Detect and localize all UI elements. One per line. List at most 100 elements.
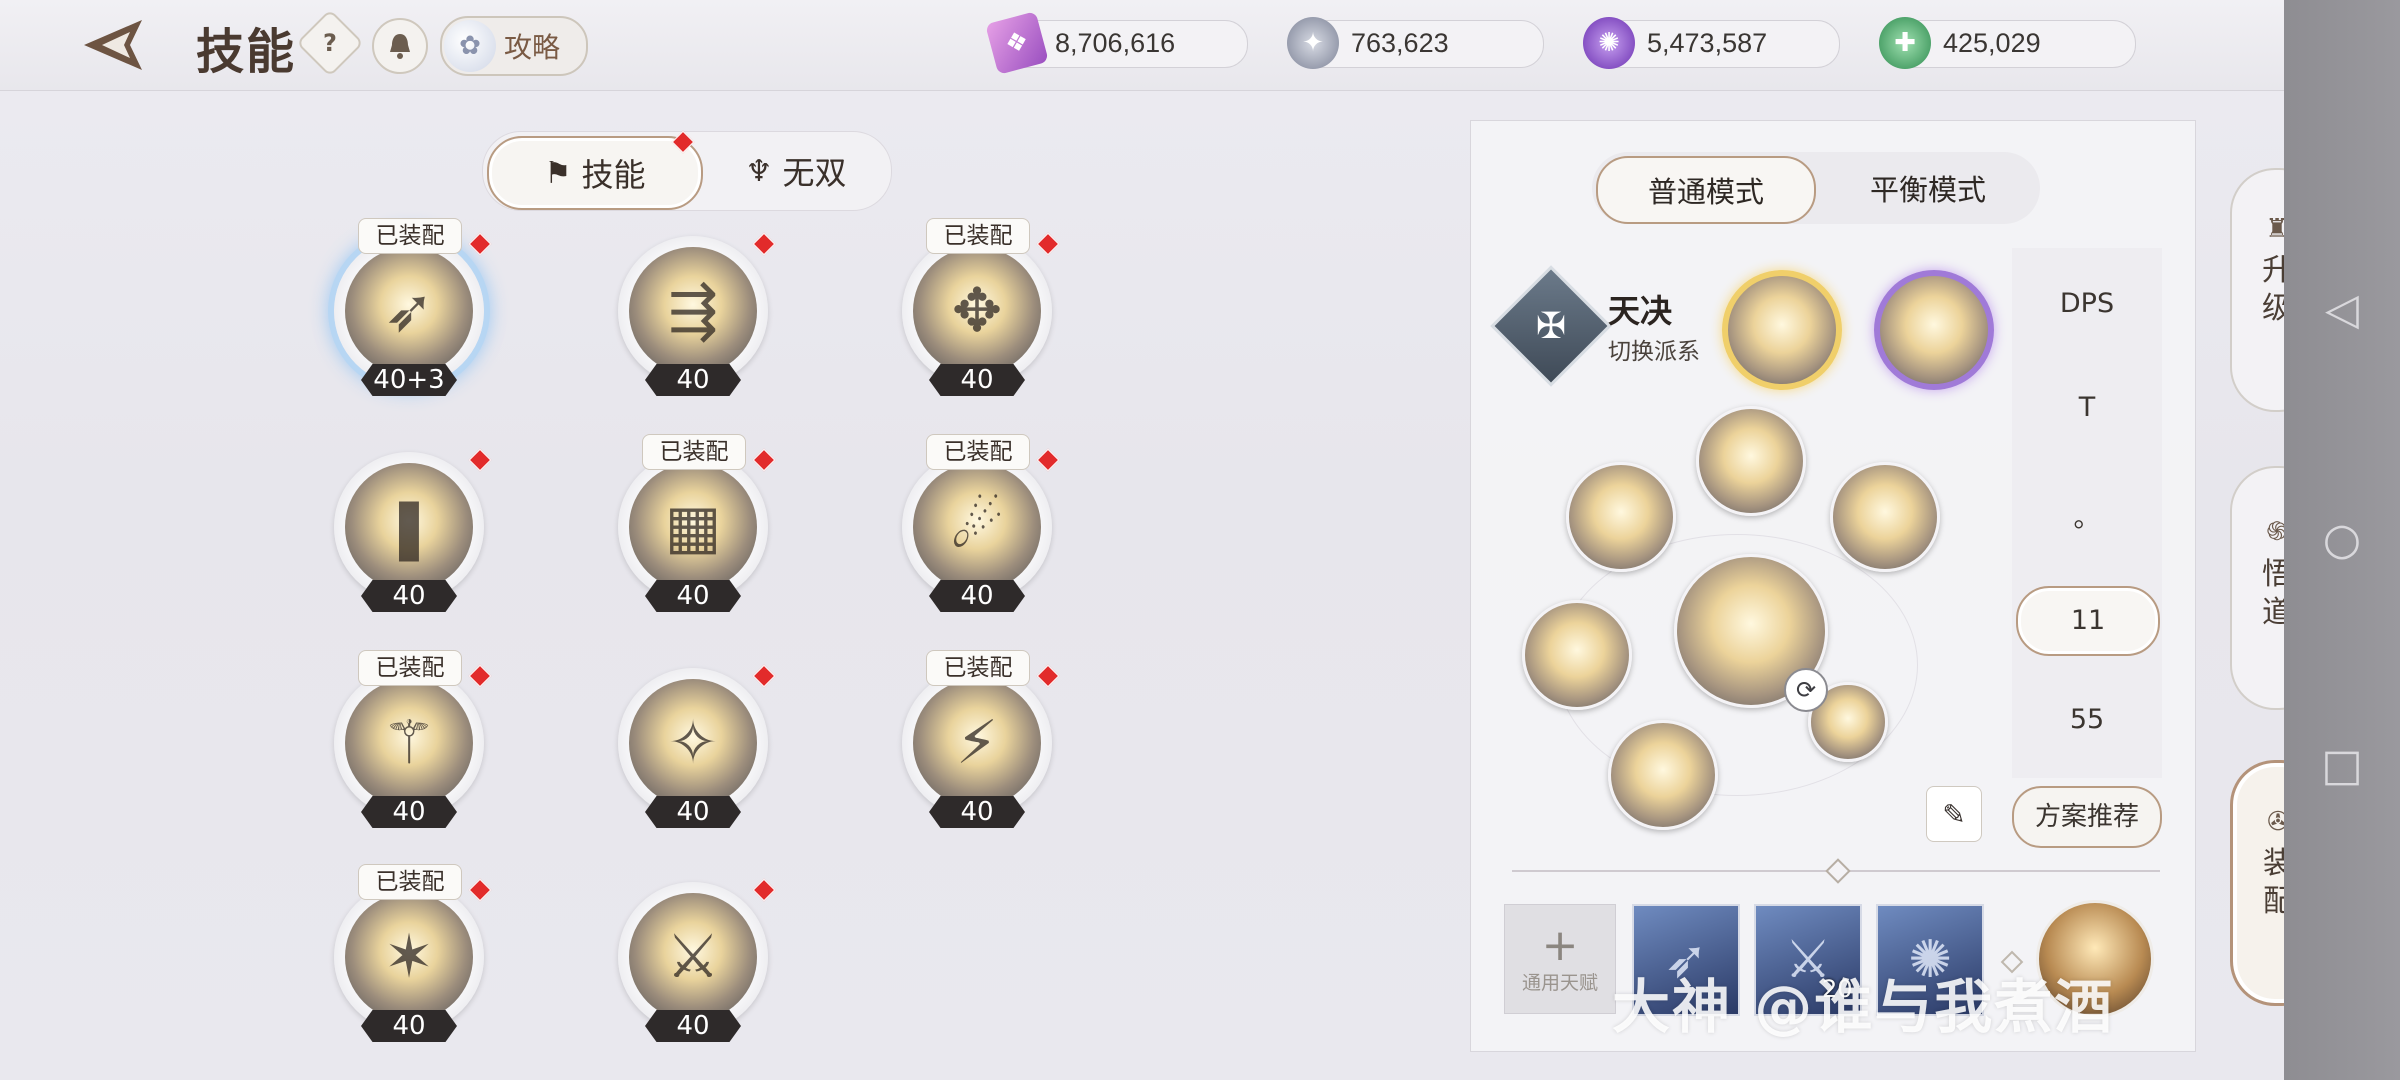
- guide-label: 攻略: [504, 31, 561, 64]
- skill-icon: ✥: [951, 276, 1003, 346]
- skill-slot[interactable]: ✶ 40 已装配: [334, 864, 494, 1042]
- page-title: 技能: [196, 24, 297, 80]
- silver-coin-icon: ✦: [1287, 17, 1339, 69]
- skill-slot[interactable]: ☄ 40 已装配: [902, 434, 1062, 612]
- equipped-tag: 已装配: [358, 864, 462, 900]
- mode-switch: 普通模式 平衡模式: [1592, 152, 2040, 224]
- tab-switch: ⚑ 技能 ♆ 无双: [482, 130, 892, 211]
- skill-icon: ▦: [664, 492, 722, 562]
- skill-slot[interactable]: ▦ 40 已装配: [618, 434, 778, 612]
- currency-ticket: ❖ 8,706,616: [985, 11, 1248, 75]
- skill-icon: ✧: [667, 708, 719, 778]
- skill-level: 40: [645, 580, 741, 612]
- back-triangle-icon[interactable]: ◁: [2316, 284, 2368, 336]
- skill-slot[interactable]: ❚ 40: [334, 442, 494, 612]
- skill-level: 40: [929, 364, 1025, 396]
- red-dot-badge: [671, 130, 695, 154]
- wheel-skill-slot[interactable]: [1522, 600, 1632, 710]
- currency-purple-orb: ✺ 5,473,587: [1583, 17, 1840, 69]
- currency-value: 5,473,587: [1647, 28, 1768, 58]
- green-jade-icon: ✚: [1879, 17, 1931, 69]
- role-value: 11: [2070, 605, 2106, 636]
- skill-art: ⇶: [629, 247, 757, 375]
- back-arrow-icon: [84, 20, 142, 70]
- mode-balance-button[interactable]: 平衡模式: [1820, 156, 2036, 220]
- skill-art: ⚡: [913, 679, 1041, 807]
- equipped-tag: 已装配: [642, 434, 746, 470]
- skill-slot[interactable]: ⚔ 40: [618, 872, 778, 1042]
- skill-level: 40: [361, 796, 457, 828]
- flag-icon: ⚑: [544, 155, 572, 191]
- role-55[interactable]: 55: [2012, 704, 2162, 735]
- skill-level: 40: [361, 580, 457, 612]
- tab-skill[interactable]: ⚑ 技能: [487, 130, 703, 210]
- skill-art: ☄: [913, 463, 1041, 591]
- general-talent-button[interactable]: + 通用天赋: [1504, 904, 1616, 1014]
- guide-button[interactable]: ✿ 攻略: [440, 16, 588, 76]
- ultimate-skill-purple-orb[interactable]: [1874, 270, 1994, 390]
- sword-wing-icon: ✠: [1535, 305, 1567, 347]
- tab-label: 技能: [581, 156, 646, 194]
- skill-slot[interactable]: ⚚ 40 已装配: [334, 650, 494, 828]
- skill-art: ✶: [345, 893, 473, 1021]
- notification-button[interactable]: [372, 18, 428, 74]
- role-dot[interactable]: 。: [2012, 496, 2162, 535]
- skill-icon: ❚: [383, 492, 435, 562]
- currency-silver: ✦ 763,623: [1287, 17, 1544, 69]
- tab-label: 无双: [782, 154, 847, 192]
- skill-slot[interactable]: ➶ 40+3 已装配: [334, 218, 494, 396]
- wheel-skill-slot[interactable]: [1830, 462, 1940, 572]
- bell-icon: [390, 34, 410, 59]
- skill-icon: ➶: [383, 276, 435, 346]
- switch-school-link[interactable]: 切换派系: [1608, 332, 1700, 366]
- equipped-tag: 已装配: [358, 650, 462, 686]
- mode-normal-button[interactable]: 普通模式: [1596, 156, 1816, 224]
- tab-wushuang[interactable]: ♆ 无双: [705, 136, 887, 206]
- equipped-tag: 已装配: [926, 650, 1030, 686]
- skill-level: 40+3: [361, 364, 457, 396]
- skill-art: ❚: [345, 463, 473, 591]
- recents-square-icon[interactable]: □: [2316, 740, 2368, 792]
- skill-slot[interactable]: ⚡ 40 已装配: [902, 650, 1062, 828]
- wheel-skill-slot[interactable]: [1696, 406, 1806, 516]
- skill-level: 40: [929, 580, 1025, 612]
- skill-art: ⚚: [345, 679, 473, 807]
- ultimate-skill-gold-orb[interactable]: [1722, 270, 1842, 390]
- talent-label: 通用天赋: [1521, 971, 1598, 994]
- purple-orb-icon: ✺: [1583, 17, 1635, 69]
- currency-jade: ✚ 425,029: [1879, 17, 2136, 69]
- skill-level: 40: [645, 1010, 741, 1042]
- skill-level: 40: [645, 364, 741, 396]
- skill-icon: ⇶: [667, 276, 719, 346]
- wheel-skill-slot[interactable]: [1608, 720, 1718, 830]
- help-icon: ?: [323, 28, 337, 57]
- skill-level: 40: [361, 1010, 457, 1042]
- role-filter-list: DPS T 。 55: [2012, 248, 2162, 778]
- skill-slot[interactable]: ⇶ 40: [618, 226, 778, 396]
- skill-art: ✧: [629, 679, 757, 807]
- skill-icon: ⚔: [666, 922, 720, 992]
- recommend-plan-button[interactable]: 方案推荐: [2012, 786, 2162, 848]
- skill-slot[interactable]: ✥ 40 已装配: [902, 218, 1062, 396]
- plus-icon: +: [1541, 919, 1579, 971]
- watermark: 大神 @谁与我煮酒: [1612, 973, 2115, 1041]
- equipped-tag: 已装配: [926, 218, 1030, 254]
- home-circle-icon[interactable]: ○: [2316, 514, 2368, 566]
- skill-icon: ☄: [950, 492, 1004, 562]
- skill-icon: ⚡: [955, 708, 999, 778]
- equipped-tag: 已装配: [358, 218, 462, 254]
- currency-value: 8,706,616: [1055, 28, 1176, 58]
- wheel-skill-slot[interactable]: [1566, 462, 1676, 572]
- role-t[interactable]: T: [2012, 392, 2162, 423]
- edit-button[interactable]: ✎: [1926, 786, 1982, 842]
- skill-slot[interactable]: ✧ 40: [618, 658, 778, 828]
- role-11-selected[interactable]: 11: [2016, 586, 2160, 656]
- role-dps[interactable]: DPS: [2012, 288, 2162, 319]
- skill-level: 40: [645, 796, 741, 828]
- cat-avatar-icon: ✿: [444, 20, 496, 72]
- swap-icon[interactable]: ⟳: [1784, 668, 1828, 712]
- back-button[interactable]: [80, 16, 150, 74]
- currency-value: 763,623: [1351, 28, 1449, 58]
- skill-icon: ⚚: [382, 708, 436, 778]
- skill-art: ▦: [629, 463, 757, 591]
